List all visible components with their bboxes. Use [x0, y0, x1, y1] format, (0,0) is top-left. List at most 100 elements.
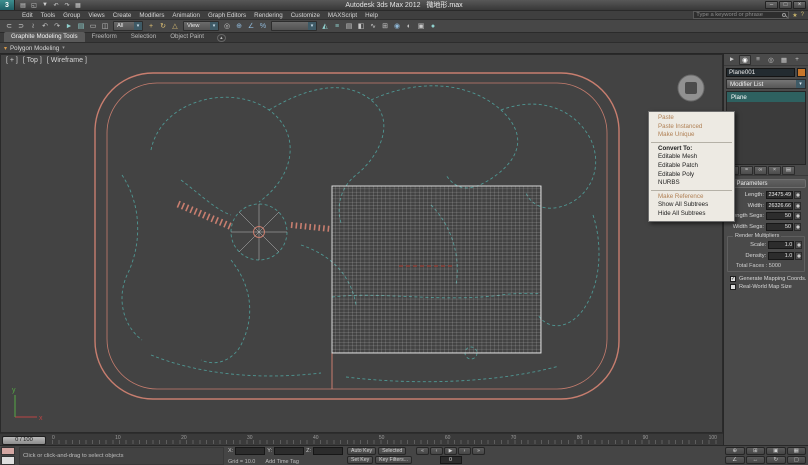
spinner[interactable] — [795, 251, 802, 260]
selected-dropdown[interactable]: Selected — [378, 447, 407, 455]
menu-rendering[interactable]: Rendering — [250, 11, 287, 20]
snaps-toggle-icon[interactable]: ⊕ — [233, 21, 245, 32]
current-frame-field[interactable]: 0 — [439, 456, 462, 464]
next-frame-button[interactable]: › — [458, 447, 471, 455]
open-file-icon[interactable]: ◱ — [29, 1, 39, 10]
favorites-icon[interactable]: ★ — [792, 12, 797, 19]
menu-edit[interactable]: Edit — [18, 11, 37, 20]
close-button[interactable]: × — [793, 1, 806, 9]
help-icon[interactable]: ? — [801, 12, 804, 18]
menu-views[interactable]: Views — [84, 11, 108, 20]
project-folder-icon[interactable]: ▦ — [73, 1, 83, 10]
go-to-end-button[interactable]: » — [472, 447, 485, 455]
spinner[interactable] — [794, 222, 801, 231]
play-button[interactable]: ▶ — [444, 447, 457, 455]
schematic-view-icon[interactable]: ⊞ — [379, 21, 391, 32]
maximize-viewport-toggle-button[interactable]: ▢ — [786, 456, 806, 464]
select-and-link-icon[interactable]: ⊂ — [3, 21, 15, 32]
search-input[interactable] — [696, 11, 783, 19]
search-box[interactable] — [693, 11, 790, 19]
render-production-icon[interactable]: ● — [427, 21, 439, 32]
select-and-rotate-icon[interactable]: ↻ — [157, 21, 169, 32]
parameters-rollout-header[interactable]: − Parameters — [726, 179, 806, 188]
density-field[interactable]: 1.0 — [768, 251, 795, 260]
rendered-frame-window-icon[interactable]: ▣ — [415, 21, 427, 32]
zoom-extents-button[interactable]: ▣ — [766, 447, 786, 455]
select-and-scale-icon[interactable]: △ — [169, 21, 181, 32]
make-unique-button[interactable]: ∞ — [754, 165, 767, 175]
tab-freeform[interactable]: Freeform — [85, 32, 124, 42]
spinner[interactable] — [795, 241, 802, 250]
menu-create[interactable]: Create — [109, 11, 136, 20]
go-to-start-button[interactable]: « — [416, 447, 429, 455]
object-color-swatch[interactable] — [797, 68, 806, 77]
viewport-general-menu[interactable]: [ + ] — [6, 57, 18, 64]
length-field[interactable]: 23475.49 — [766, 191, 793, 200]
modify-tab[interactable]: ◉ — [739, 54, 751, 65]
spinner[interactable] — [794, 191, 801, 200]
select-by-name-icon[interactable]: ▤ — [75, 21, 87, 32]
reference-coordinate-combo[interactable]: View ▾ — [183, 21, 219, 31]
unlink-selection-icon[interactable]: ⊃ — [15, 21, 27, 32]
viewport-canvas[interactable]: x y — [1, 55, 724, 434]
viewport-pov-menu[interactable]: [ Top ] — [23, 57, 42, 64]
motion-tab[interactable]: ◎ — [765, 55, 777, 65]
listener-script-pane[interactable] — [1, 456, 15, 465]
search-icon[interactable] — [782, 13, 787, 17]
angle-snap-icon[interactable]: ∠ — [245, 21, 257, 32]
redo-icon[interactable]: ↷ — [51, 21, 63, 32]
zoom-button[interactable]: ⊕ — [725, 447, 745, 455]
plane-grid-object[interactable] — [331, 185, 542, 354]
undo-icon[interactable]: ↶ — [39, 21, 51, 32]
width-field[interactable]: 26326.66 — [766, 201, 793, 210]
generate-mapping-coords-checkbox[interactable]: ✓ — [730, 276, 736, 282]
zoom-extents-all-button[interactable]: ▦ — [786, 447, 806, 455]
select-object-icon[interactable]: ► — [63, 21, 75, 32]
object-name-field[interactable] — [726, 68, 795, 77]
maximize-button[interactable]: □ — [779, 1, 792, 9]
selection-filter-combo[interactable]: All ▾ — [113, 21, 143, 31]
stack-item-plane[interactable]: Plane — [727, 92, 805, 102]
render-setup-icon[interactable]: ◐ — [403, 21, 415, 32]
ribbon-minimize-button[interactable]: ▴ — [216, 34, 226, 42]
undo-icon[interactable]: ↶ — [51, 1, 61, 10]
key-filters-button[interactable]: Key Filters... — [375, 456, 412, 464]
scale-field[interactable]: 1.0 — [768, 241, 795, 250]
auto-key-button[interactable]: Auto Key — [347, 447, 377, 455]
layer-manager-icon[interactable]: ▤ — [343, 21, 355, 32]
save-file-icon[interactable]: ▼ — [40, 1, 50, 10]
utilities-tab[interactable]: + — [791, 55, 803, 65]
material-editor-icon[interactable]: ◉ — [391, 21, 403, 32]
real-world-map-size-checkbox[interactable]: ✓ — [730, 284, 736, 290]
named-selection-sets-combo[interactable]: ▾ — [271, 21, 317, 31]
application-menu-button[interactable]: 3 — [0, 0, 15, 10]
align-icon[interactable]: ≡ — [331, 21, 343, 32]
add-time-tag[interactable]: Add Time Tag — [265, 459, 299, 465]
x-coordinate-field[interactable] — [235, 446, 266, 455]
mirror-icon[interactable]: ◭ — [319, 21, 331, 32]
window-crossing-toggle-icon[interactable]: ◫ — [99, 21, 111, 32]
polygon-modeling-panel[interactable]: Polygon Modeling — [10, 45, 59, 52]
menu-group[interactable]: Group — [59, 11, 84, 20]
modifier-stack-list[interactable]: Plane — [726, 91, 806, 165]
menu-modifiers[interactable]: Modifiers — [135, 11, 168, 20]
bind-to-space-warp-icon[interactable]: ≀ — [27, 21, 39, 32]
y-coordinate-field[interactable] — [274, 446, 305, 455]
length-segs-field[interactable]: 50 — [766, 212, 793, 221]
menu-item-hide-all-subtrees[interactable]: Hide All Subtrees — [649, 210, 734, 219]
minimize-button[interactable]: – — [765, 1, 778, 9]
menu-item-editable-patch[interactable]: Editable Patch — [649, 162, 734, 171]
tab-graphite-modeling-tools[interactable]: Graphite Modeling Tools — [4, 32, 85, 42]
create-tab[interactable]: ► — [726, 55, 738, 65]
hierarchy-tab[interactable]: ≡ — [752, 55, 764, 65]
menu-animation[interactable]: Animation — [168, 11, 204, 20]
orbit-button[interactable]: ↻ — [766, 456, 786, 464]
viewport-shading-menu[interactable]: [ Wireframe ] — [47, 57, 87, 64]
rectangular-selection-region-icon[interactable]: ▭ — [87, 21, 99, 32]
spinner[interactable] — [794, 201, 801, 210]
modifier-list-dropdown[interactable]: Modifier List ▾ — [726, 79, 806, 89]
tab-object-paint[interactable]: Object Paint — [163, 32, 211, 42]
menu-item-nurbs[interactable]: NURBS — [649, 179, 734, 188]
time-slider[interactable]: 0 / 100 — [2, 435, 46, 445]
new-scene-icon[interactable]: ▤ — [18, 1, 28, 10]
